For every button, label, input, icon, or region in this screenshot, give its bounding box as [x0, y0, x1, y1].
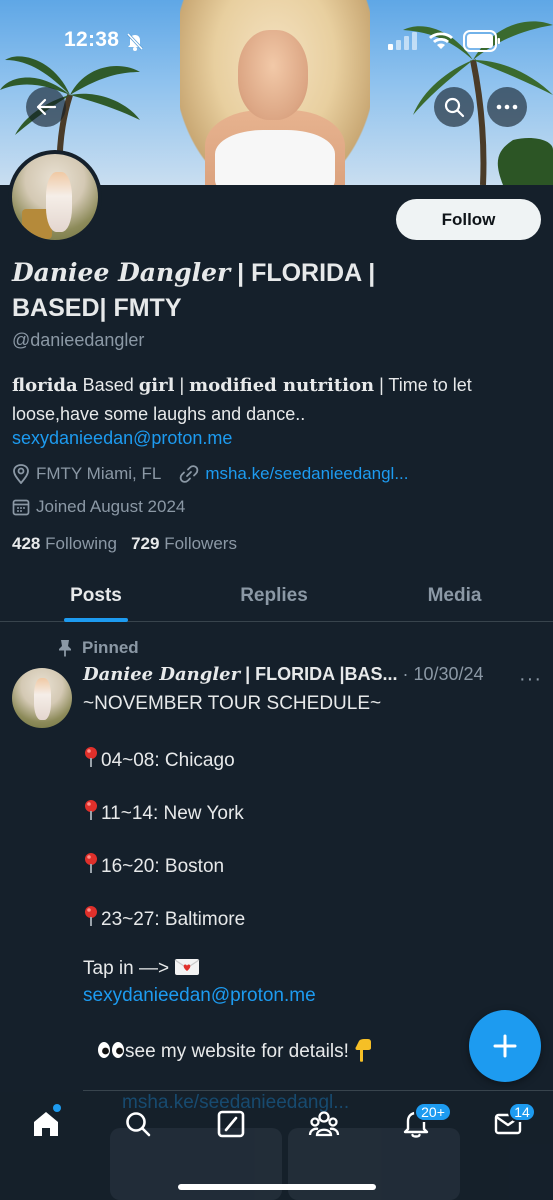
- round-pushpin-icon: [85, 853, 97, 873]
- nav-search[interactable]: [120, 1106, 156, 1142]
- bio-bold-2: girl: [138, 375, 175, 396]
- tour-stop-2-text: 11~14: New York: [101, 803, 244, 824]
- banner-figure-face: [238, 30, 308, 120]
- profile-location: FMTY Miami, FL: [36, 464, 162, 483]
- display-name: Daniee Dangler | FLORIDA | BASED| FMTY: [12, 255, 412, 326]
- bio-text-1: Based: [77, 375, 139, 395]
- back-arrow-icon: [36, 98, 57, 116]
- nav-grok[interactable]: [213, 1106, 249, 1142]
- bell-off-icon: [126, 32, 144, 51]
- follow-counts: 428 Following 729 Followers: [12, 534, 237, 554]
- tour-stop-3: 16~20: Boston: [83, 852, 224, 878]
- grok-icon: [217, 1110, 245, 1138]
- profile-website-link[interactable]: msha.ke/seedanieedangl...: [205, 464, 408, 484]
- round-pushpin-icon: [85, 800, 97, 820]
- tab-posts[interactable]: Posts: [0, 570, 192, 622]
- battery-icon: [463, 30, 500, 52]
- search-icon: [444, 97, 465, 118]
- cellular-signal-icon: [388, 32, 417, 50]
- profile-avatar[interactable]: [8, 150, 102, 244]
- meta-joined-row: Joined August 2024: [12, 497, 185, 517]
- website-details-text: see my website for details!: [125, 1041, 349, 1062]
- tab-media[interactable]: Media: [356, 570, 553, 621]
- following-label: Following: [45, 534, 117, 553]
- post-author-avatar[interactable]: [12, 668, 72, 728]
- website-details-line: see my website for details!: [97, 1038, 372, 1063]
- status-time: 12:38: [64, 28, 120, 51]
- followers-count: 729: [131, 534, 160, 553]
- notifications-badge: 20+: [414, 1102, 452, 1122]
- round-pushpin-icon: [85, 747, 97, 767]
- following-count: 428: [12, 534, 41, 553]
- bio-bold-1: florida: [12, 375, 78, 396]
- search-icon: [126, 1112, 151, 1137]
- profile-tabs: Posts Replies Media: [0, 570, 553, 622]
- pin-icon: [59, 640, 71, 657]
- profile-joined: Joined August 2024: [36, 497, 186, 516]
- post-more-button[interactable]: ···: [519, 668, 542, 691]
- tap-in-text: Tap in —>: [83, 958, 170, 979]
- following-link[interactable]: 428 Following: [12, 534, 117, 553]
- tab-replies-label: Replies: [240, 584, 308, 606]
- profile-handle: @danieedangler: [12, 330, 145, 350]
- post-title-line: ~NOVEMBER TOUR SCHEDULE~: [83, 693, 382, 714]
- home-icon: [34, 1112, 58, 1136]
- calendar-icon: [12, 499, 30, 516]
- plus-icon: [493, 1034, 517, 1058]
- nav-communities[interactable]: [306, 1106, 342, 1142]
- tour-stop-3-text: 16~20: Boston: [101, 856, 225, 877]
- post-date: · 10/30/24: [397, 664, 484, 684]
- avatar-figure: [46, 172, 72, 232]
- tab-media-label: Media: [427, 584, 482, 606]
- location-icon: [13, 464, 29, 484]
- bio-text-2: |: [174, 375, 190, 395]
- messages-badge: 14: [508, 1102, 536, 1122]
- communities-icon: [308, 1111, 340, 1137]
- post-header: Daniee Dangler | FLORIDA |BAS... · 10/30…: [83, 664, 484, 685]
- followers-label: Followers: [164, 534, 237, 553]
- pointing-down-icon: [355, 1039, 372, 1062]
- more-icon: [496, 104, 518, 110]
- followers-link[interactable]: 729 Followers: [131, 534, 237, 553]
- banner-figure-top: [215, 130, 335, 185]
- tour-stop-4: 23~27: Baltimore: [83, 905, 245, 931]
- pinned-label: Pinned: [82, 638, 139, 657]
- tour-stop-1: 04~08: Chicago: [83, 746, 235, 772]
- palm-tree-right: [403, 21, 553, 185]
- wifi-icon: [429, 32, 453, 49]
- link-icon: [180, 465, 199, 483]
- eyes-icon: [98, 1042, 124, 1058]
- display-name-serif: Daniee Dangler: [12, 258, 231, 287]
- more-button[interactable]: [487, 87, 527, 127]
- post-divider: [83, 1090, 553, 1091]
- pinned-indicator: Pinned: [58, 638, 139, 658]
- tour-stop-2: 11~14: New York: [83, 799, 244, 825]
- post-author-serif: Daniee Dangler: [83, 664, 241, 685]
- post-email-link[interactable]: sexydanieedan@proton.me: [83, 985, 316, 1007]
- tab-active-indicator: [64, 618, 128, 622]
- tab-posts-label: Posts: [70, 584, 122, 606]
- home-indicator[interactable]: [178, 1184, 376, 1190]
- tab-replies[interactable]: Replies: [192, 570, 356, 621]
- love-letter-icon: [175, 959, 200, 975]
- post-author-rest: | FLORIDA |BAS...: [240, 664, 398, 684]
- meta-location-row: FMTY Miami, FL msha.ke/seedanieedangl...: [12, 464, 409, 484]
- back-button[interactable]: [26, 87, 66, 127]
- search-button[interactable]: [434, 87, 474, 127]
- tour-stop-4-text: 23~27: Baltimore: [101, 909, 246, 930]
- tap-in-line: Tap in —>: [83, 958, 200, 980]
- follow-button[interactable]: Follow: [396, 199, 541, 240]
- compose-button[interactable]: [469, 1010, 541, 1082]
- post-avatar-figure: [34, 678, 51, 720]
- tour-stop-1-text: 04~08: Chicago: [101, 750, 235, 771]
- round-pushpin-icon: [85, 906, 97, 926]
- home-unread-dot: [53, 1104, 61, 1112]
- profile-bio: florida Based girl | modified nutrition …: [12, 371, 532, 428]
- post-author-name[interactable]: Daniee Dangler | FLORIDA |BAS...: [83, 664, 398, 685]
- bio-bold-3: modified nutrition: [189, 375, 375, 396]
- bio-email-link[interactable]: sexydanieedan@proton.me: [12, 428, 232, 449]
